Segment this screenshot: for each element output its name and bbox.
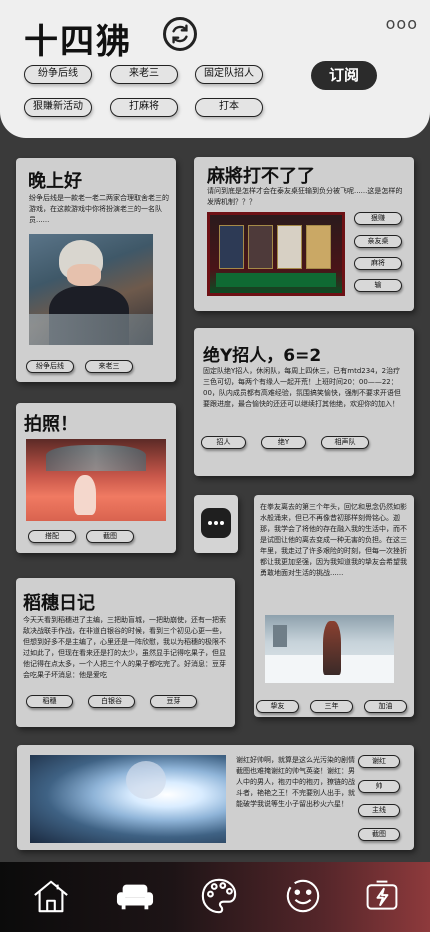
tombstone <box>273 625 287 647</box>
post-title: 晚上好 <box>28 171 82 192</box>
mahjong-table <box>216 273 336 287</box>
post-text: 纷争后线是一款老一老二两家合理取舍老三的游戏，在这款游戏中你将扮演老三的一名队员… <box>29 194 169 224</box>
post-text: 在拳友离去的第三个年头，回忆和思念仍然如影水般涌来，但已不再像昔初那样刻骨铭心。… <box>260 503 407 577</box>
post-card-mahjong[interactable]: 麻將打不了了 请问到底是怎样才会在泰友桌狂输到负分被飞呢......这是怎样的发… <box>194 157 414 311</box>
post-text: 固定队绝Y招人，休闲队，每周上四休三，已有mtd234，2治疗三色可切，每两个有… <box>203 367 401 408</box>
post-text: 谢红好帅啊，就算是这么光污染的剧情截图也难掩谢红的帅气英姿！谢红：男人中的男人，… <box>236 756 355 808</box>
sofa-icon[interactable] <box>115 876 155 916</box>
player-portrait <box>277 225 302 269</box>
header-panel: 十四狒 ooo 纷争后线 来老三 固定队招人 狠賺新活动 打麻将 打本 订阅 <box>0 0 430 138</box>
more-tile[interactable] <box>194 495 238 553</box>
character-face <box>67 264 101 286</box>
chip-laosan[interactable]: 来老三 <box>110 65 178 84</box>
home-icon[interactable] <box>31 876 71 916</box>
post-title: 稻穗日记 <box>23 593 95 614</box>
water <box>29 314 153 345</box>
post-title: 绝Y招人，6=2 <box>203 346 322 366</box>
character <box>323 621 341 675</box>
battery-charge-icon[interactable] <box>362 876 402 916</box>
player-portrait <box>306 225 331 269</box>
refresh-icon[interactable] <box>163 17 197 51</box>
chip-new-event[interactable]: 狠賺新活动 <box>24 98 92 117</box>
smile-icon[interactable] <box>283 876 323 916</box>
tag[interactable]: 三年 <box>310 700 353 713</box>
more-dots-icon[interactable] <box>201 508 231 538</box>
post-image[interactable] <box>29 234 153 345</box>
post-title: 拍照！ <box>24 414 78 435</box>
chip-static-recruit[interactable]: 固定队招人 <box>195 65 263 84</box>
tag[interactable]: 招人 <box>201 436 246 449</box>
tag[interactable]: 白银谷 <box>88 695 135 708</box>
post-image[interactable] <box>207 212 345 296</box>
tag[interactable]: 输 <box>354 279 402 292</box>
post-image[interactable] <box>26 439 166 521</box>
bottom-nav <box>0 862 430 932</box>
app-title: 十四狒 <box>24 22 132 62</box>
post-card-recruit[interactable]: 绝Y招人，6=2 固定队绝Y招人，休闲队，每周上四休三，已有mtd234，2治疗… <box>194 328 414 476</box>
post-card-diary[interactable]: 稻穗日记 今天天看到稻穗进了主编，三把助盲城，一把助崩使，还有一把索敌决战联手作… <box>16 578 235 727</box>
post-card-evening[interactable]: 晚上好 纷争后线是一款老一老二两家合理取舍老三的游戏，在这款游戏中你将扮演老三的… <box>16 158 176 382</box>
chip-mahjong[interactable]: 打麻将 <box>110 98 178 117</box>
tag[interactable]: 谢红 <box>358 755 400 768</box>
post-card-photo[interactable]: 拍照！ 搭配 截图 <box>16 403 176 553</box>
post-card-screenshot[interactable]: 谢红好帅啊，就算是这么光污染的剧情截图也难掩谢红的帅气英姿！谢红：男人中的男人，… <box>17 745 414 850</box>
tag[interactable]: 相声队 <box>321 436 369 449</box>
player-portrait <box>219 225 244 269</box>
tag[interactable]: 豆芽 <box>150 695 197 708</box>
tag[interactable]: 截图 <box>358 828 400 841</box>
post-image[interactable] <box>265 615 394 683</box>
tag[interactable]: 狠赚 <box>354 212 402 225</box>
tag[interactable]: 帅 <box>358 780 400 793</box>
tag[interactable]: 亲友桌 <box>354 235 402 248</box>
tag[interactable]: 来老三 <box>85 360 133 373</box>
tag[interactable]: 加油 <box>364 700 407 713</box>
post-title: 麻將打不了了 <box>207 166 315 187</box>
window <box>46 445 146 471</box>
post-image[interactable] <box>30 755 226 843</box>
chip-dungeon[interactable]: 打本 <box>195 98 263 117</box>
tag[interactable]: 绝Y <box>261 436 306 449</box>
more-menu-icon[interactable]: ooo <box>386 14 418 33</box>
tag[interactable]: 挚友 <box>256 700 299 713</box>
palette-icon[interactable] <box>199 876 239 916</box>
character <box>74 475 96 515</box>
tag[interactable]: 纷争后线 <box>26 360 74 373</box>
tag[interactable]: 搭配 <box>28 530 76 543</box>
subscribe-button[interactable]: 订阅 <box>311 61 377 90</box>
character-head <box>126 761 166 799</box>
tag[interactable]: 麻将 <box>354 257 402 270</box>
tag[interactable]: 主线 <box>358 804 400 817</box>
post-text: 今天天看到稻穗进了主编，三把助盲城，一把助崩使，还有一把索敌决战联手作战，在非道… <box>23 616 226 679</box>
tag[interactable]: 稻穗 <box>26 695 73 708</box>
player-portrait <box>248 225 273 269</box>
chip-pvp[interactable]: 纷争后线 <box>24 65 92 84</box>
post-text: 请问到底是怎样才会在泰友桌狂输到负分被飞呢......这是怎样的发牌机制？？？ <box>207 187 403 206</box>
post-card-story[interactable]: 在拳友离去的第三个年头，回忆和思念仍然如影水般涌来，但已不再像昔初那样刻骨铭心。… <box>254 495 414 717</box>
tag[interactable]: 截图 <box>86 530 134 543</box>
